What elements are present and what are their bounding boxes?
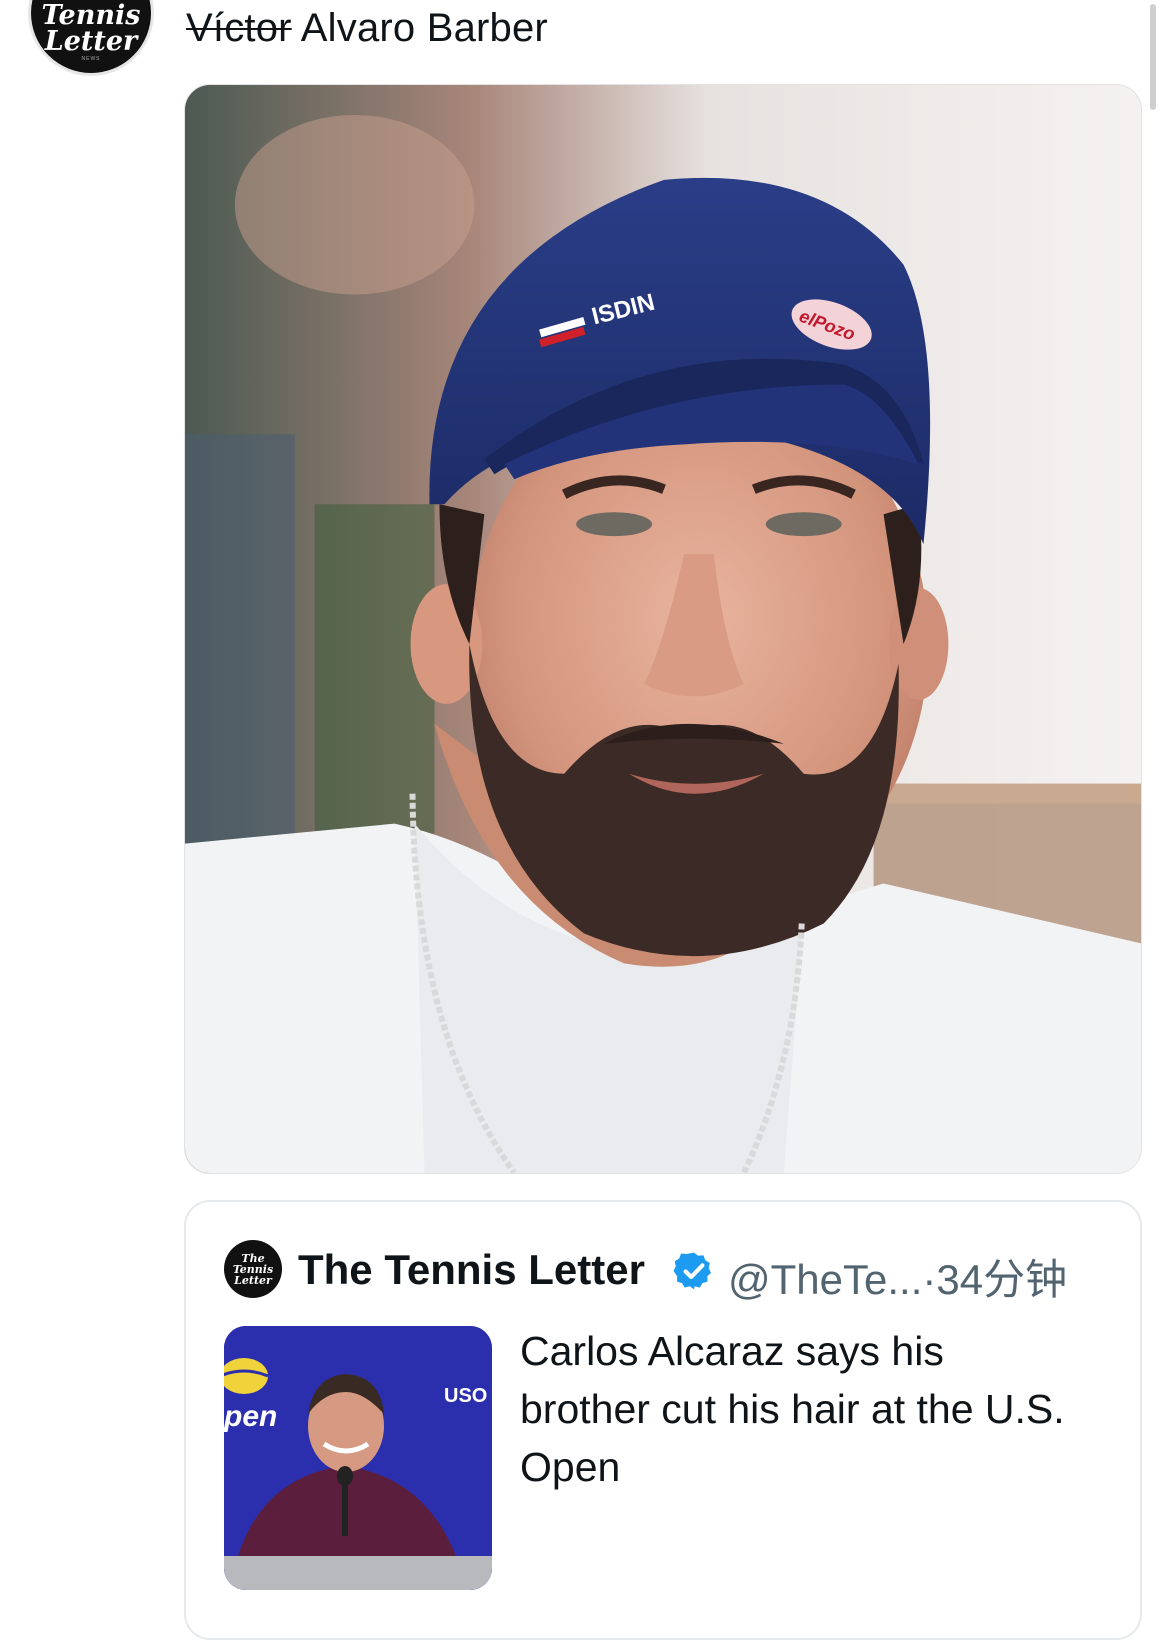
thumb-banner-right: USO <box>444 1385 487 1407</box>
post-text: Víctor Alvaro Barber <box>186 6 548 51</box>
post-photo[interactable]: ISDIN elPozo <box>184 84 1142 1174</box>
quoted-timestamp: 34分钟 <box>936 1256 1068 1303</box>
verified-badge-icon <box>673 1252 711 1290</box>
scrollbar[interactable] <box>1150 4 1156 110</box>
quoted-thumbnail[interactable]: pen USO <box>224 1326 492 1590</box>
quoted-author-name[interactable]: The Tennis Letter <box>298 1246 645 1294</box>
thumbnail-image: pen USO <box>224 1326 492 1590</box>
post-text-strikethrough: Víctor <box>186 6 292 50</box>
portrait-image: ISDIN elPozo <box>185 85 1141 1173</box>
thumb-banner-left: pen <box>224 1400 277 1433</box>
quoted-handle: @TheTe... <box>728 1256 923 1303</box>
quoted-avatar-text-line3: Letter <box>234 1273 272 1287</box>
author-avatar[interactable]: Tennis Letter NEWS <box>28 0 154 76</box>
quoted-link-title[interactable]: Carlos Alcaraz says his brother cut his … <box>520 1322 1080 1496</box>
quoted-handle-and-time: @TheTe...·34分钟 <box>728 1246 1067 1307</box>
quoted-author-avatar[interactable]: The Tennis Letter <box>224 1240 282 1298</box>
quoted-tweet-card[interactable]: The Tennis Letter The Tennis Letter @The… <box>184 1200 1142 1640</box>
quoted-avatar-text-line2: Tennis <box>232 1262 274 1276</box>
quoted-separator: · <box>922 1256 937 1303</box>
avatar-logo-text: Tennis Letter <box>41 0 141 57</box>
avatar-logo-subtext: NEWS <box>81 56 101 62</box>
post-text-body: Alvaro Barber <box>300 6 548 50</box>
quoted-avatar-text-line1: The <box>241 1251 265 1265</box>
